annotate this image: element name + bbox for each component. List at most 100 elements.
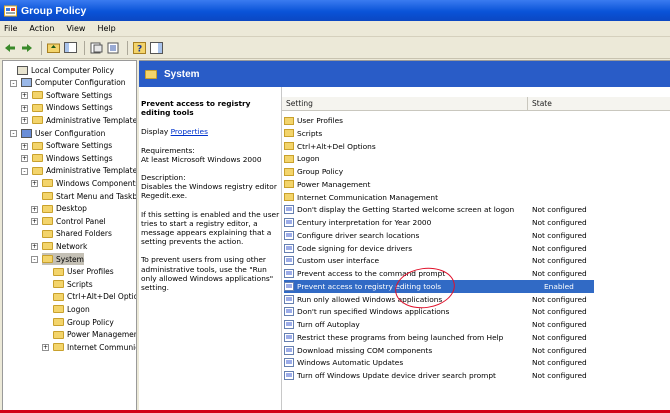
expand-icon[interactable]: + xyxy=(31,205,38,213)
setting-row[interactable]: Windows Automatic Updates xyxy=(284,356,664,369)
export-list-button[interactable] xyxy=(106,41,120,55)
tree-node[interactable]: Computer Configuration xyxy=(21,77,126,89)
setting-row[interactable]: Download missing COM components xyxy=(284,344,664,357)
tree-node[interactable]: Control Panel xyxy=(42,215,106,227)
setting-row[interactable]: Turn off Autoplay xyxy=(284,318,664,331)
expand-icon[interactable]: + xyxy=(21,117,28,125)
panel-title: System xyxy=(164,68,200,80)
setting-row[interactable]: Scripts xyxy=(284,127,664,140)
window-title: Group Policy xyxy=(21,4,87,17)
menu-action[interactable]: Action xyxy=(29,24,54,33)
properties-button[interactable] xyxy=(89,41,103,55)
tree-node[interactable]: Windows Settings xyxy=(32,152,113,164)
setting-row[interactable]: Century interpretation for Year 2000 xyxy=(284,216,664,229)
expand-icon[interactable]: + xyxy=(21,142,28,150)
tree-node[interactable]: User Configuration xyxy=(21,127,105,139)
tree-node-label: Windows Components xyxy=(56,178,137,188)
folder-icon xyxy=(53,305,64,314)
tree-node[interactable]: Software Settings xyxy=(32,140,112,152)
tree-node[interactable]: User Profiles xyxy=(53,266,114,278)
folder-icon xyxy=(32,116,43,125)
tree-node-label: Internet Communic xyxy=(67,342,137,352)
tree-node[interactable]: Windows Settings xyxy=(32,102,113,114)
tree-node[interactable]: Windows Components xyxy=(42,177,137,189)
setting-row[interactable]: Internet Communication Management xyxy=(284,191,664,204)
console-tree-icon xyxy=(63,42,77,53)
tree-node[interactable]: Start Menu and Taskba xyxy=(42,190,136,202)
export-list-icon xyxy=(107,42,118,53)
forward-button[interactable] xyxy=(20,41,34,55)
setting-name: Scripts xyxy=(297,128,323,138)
folder-icon xyxy=(42,229,53,238)
tree-node[interactable]: Ctrl+Alt+Del Optio xyxy=(53,291,136,303)
setting-row[interactable]: Custom user interface xyxy=(284,254,664,267)
tree-node[interactable]: Power Managemen xyxy=(53,329,136,341)
setting-row[interactable]: Logon xyxy=(284,152,664,165)
properties-icon xyxy=(90,42,102,53)
show-action-pane-button[interactable] xyxy=(149,41,163,55)
properties-link[interactable]: Properties xyxy=(171,127,208,136)
title-bar[interactable]: Group Policy xyxy=(0,0,670,21)
setting-row[interactable]: Restrict these programs from being launc… xyxy=(284,331,664,344)
tree-node[interactable]: Group Policy xyxy=(53,316,114,328)
tree-node[interactable]: Internet Communic xyxy=(53,341,137,353)
back-arrow-icon xyxy=(5,43,15,52)
tree-node[interactable]: Shared Folders xyxy=(42,228,112,240)
setting-row[interactable]: Ctrl+Alt+Del Options xyxy=(284,140,664,153)
action-pane-icon xyxy=(149,41,163,54)
folder-icon xyxy=(42,192,53,200)
setting-row[interactable]: Code signing for device drivers xyxy=(284,242,664,255)
folder-icon xyxy=(53,292,64,301)
help-button[interactable]: ? xyxy=(132,41,146,55)
tree-node[interactable]: System xyxy=(42,253,84,265)
setting-name: Configure driver search locations xyxy=(297,230,420,240)
tree-node[interactable]: Scripts xyxy=(53,278,93,290)
policy-setting-icon xyxy=(284,218,294,227)
setting-row[interactable]: Configure driver search locations xyxy=(284,229,664,242)
setting-row[interactable]: Don't display the Getting Started welcom… xyxy=(284,203,664,216)
description-text: Description: Disables the Windows regist… xyxy=(141,173,277,201)
menu-help[interactable]: Help xyxy=(97,24,115,33)
tree-node[interactable]: Administrative Templates xyxy=(32,165,136,177)
help-icon: ? xyxy=(132,41,146,54)
setting-row[interactable]: Power Management xyxy=(284,178,664,191)
expand-icon[interactable]: + xyxy=(31,218,38,226)
tree-node[interactable]: Software Settings xyxy=(32,89,112,101)
collapse-icon[interactable]: - xyxy=(10,130,17,137)
tree-node[interactable]: Desktop xyxy=(42,203,87,215)
folder-icon xyxy=(284,116,294,125)
setting-row[interactable]: Prevent access to the command prompt xyxy=(284,267,664,280)
collapse-icon[interactable]: - xyxy=(10,79,17,87)
expand-icon[interactable]: + xyxy=(21,92,28,100)
group-policy-app-icon xyxy=(4,5,17,16)
column-header-setting[interactable]: Setting xyxy=(282,97,528,111)
setting-state: Not configured xyxy=(532,320,587,329)
collapse-icon[interactable]: - xyxy=(21,167,28,175)
tree-node[interactable]: Local Computer Policy xyxy=(17,64,114,76)
setting-row[interactable]: Turn off Windows Update device driver se… xyxy=(284,369,664,382)
tree-node[interactable]: Administrative Templates xyxy=(32,114,136,126)
setting-row[interactable]: User Profiles xyxy=(284,114,664,127)
tree-node-label: Logon xyxy=(67,304,90,314)
extended-description: Prevent access to registry editing tools… xyxy=(139,87,281,413)
expand-icon[interactable]: + xyxy=(31,243,38,251)
menu-view[interactable]: View xyxy=(66,24,85,33)
back-button[interactable] xyxy=(3,41,17,55)
expand-icon[interactable]: + xyxy=(21,155,28,163)
setting-row[interactable]: Group Policy xyxy=(284,165,664,178)
tree-node[interactable]: Logon xyxy=(53,303,90,315)
policy-setting-icon xyxy=(284,205,294,215)
expand-icon[interactable]: + xyxy=(31,180,38,188)
setting-row[interactable]: Run only allowed Windows applications xyxy=(284,293,664,306)
expand-icon[interactable]: + xyxy=(21,104,28,112)
expand-icon[interactable]: + xyxy=(42,344,49,352)
policy-setting-icon xyxy=(284,371,294,380)
up-one-level-button[interactable] xyxy=(46,41,60,55)
setting-row[interactable]: Don't run specified Windows applications xyxy=(284,305,664,318)
menu-file[interactable]: File xyxy=(4,24,17,33)
show-hide-tree-button[interactable] xyxy=(63,41,77,55)
column-header-state[interactable]: State xyxy=(528,97,670,111)
collapse-icon[interactable]: - xyxy=(31,256,38,263)
tree-node[interactable]: Network xyxy=(42,240,87,252)
console-tree[interactable]: Local Computer Policy - Computer Configura… xyxy=(2,60,137,413)
